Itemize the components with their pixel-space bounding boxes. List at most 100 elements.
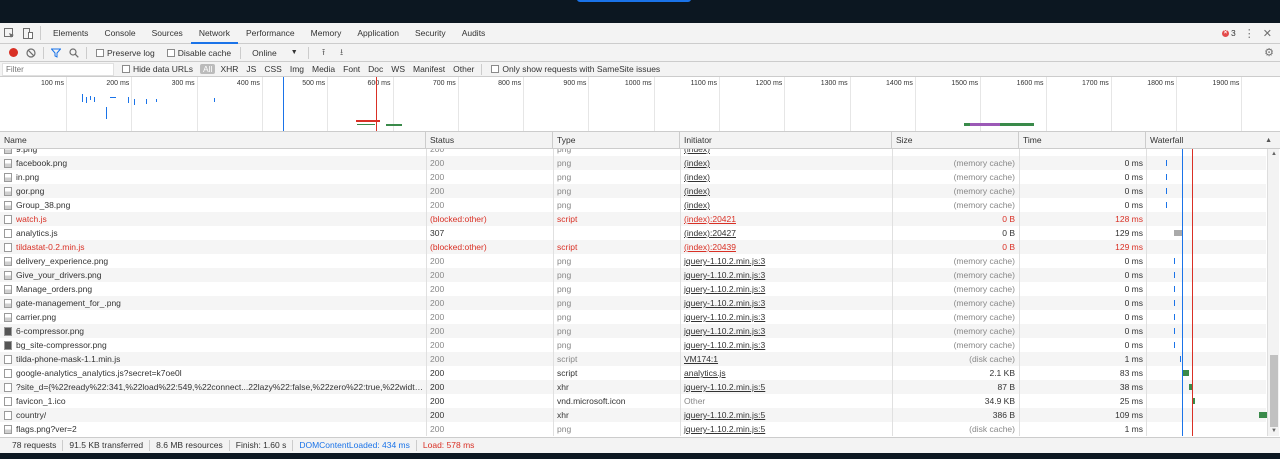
initiator-link[interactable]: VM174:1 [684, 354, 718, 364]
more-options-icon[interactable]: ⋮ [1244, 27, 1255, 40]
filter-type-img[interactable]: Img [287, 64, 307, 74]
table-row[interactable]: country/200 xhr jquery-1.10.2.min.js:5 386 … [0, 408, 1267, 422]
preserve-log-checkbox[interactable]: Preserve log [96, 48, 155, 58]
table-row[interactable]: analytics.js 307 (index):20427 0 B 129 ms [0, 226, 1266, 240]
initiator-link[interactable]: analytics.js [684, 368, 726, 378]
waterfall-bar[interactable] [1180, 356, 1181, 362]
waterfall-bar[interactable] [1174, 272, 1175, 278]
table-row[interactable]: favicon_1.ico 200 vnd.microsoft.icon Other 3… [0, 394, 1266, 408]
table-row[interactable]: gor.png 200 png (index) (memory cache) 0 ms [0, 184, 1266, 198]
settings-gear-icon[interactable]: ⚙ [1264, 46, 1274, 59]
table-row[interactable]: delivery_experience.png 200 png jquery-1.10… [0, 254, 1266, 268]
scrollbar-thumb[interactable] [1270, 355, 1278, 427]
initiator-link[interactable]: (index) [684, 172, 710, 182]
initiator-link[interactable]: jquery-1.10.2.min.js:5 [684, 382, 765, 392]
request-name[interactable]: ?site_d={%22ready%22:341,%22load%22:549,… [0, 380, 426, 394]
waterfall-bar[interactable] [1193, 398, 1195, 404]
tab-performance[interactable]: Performance [238, 23, 303, 44]
table-row[interactable]: google-analytics_analytics.js?secret=k7o… [0, 366, 1266, 380]
initiator-link[interactable]: jquery-1.10.2.min.js:3 [684, 340, 765, 350]
initiator-link[interactable]: jquery-1.10.2.min.js:5 [684, 424, 765, 434]
export-har-button[interactable]: ⭳ [333, 44, 351, 62]
request-name[interactable]: in.png [0, 170, 426, 184]
column-header-time[interactable]: Time [1019, 132, 1146, 149]
network-overview-timeline[interactable]: 100 ms 200 ms 300 ms 400 ms 500 ms 600 ms 700 … [0, 77, 1280, 132]
initiator-link[interactable]: jquery-1.10.2.min.js:3 [684, 256, 765, 266]
initiator-link[interactable]: (index) [684, 200, 710, 210]
request-name[interactable]: delivery_experience.png [0, 254, 426, 268]
filter-type-media[interactable]: Media [309, 64, 338, 74]
request-name[interactable]: 6-compressor.png [0, 324, 426, 338]
waterfall-bar[interactable] [1174, 328, 1175, 334]
table-row[interactable]: Give_your_drivers.png 200 png jquery-1.10.2… [0, 268, 1266, 282]
initiator-link[interactable]: jquery-1.10.2.min.js:3 [684, 326, 765, 336]
waterfall-bar[interactable] [1183, 370, 1189, 376]
tab-memory[interactable]: Memory [303, 23, 350, 44]
samesite-checkbox[interactable]: Only show requests with SameSite issues [491, 64, 660, 74]
checkbox-box[interactable] [491, 65, 500, 73]
filter-type-all[interactable]: All [200, 64, 216, 74]
filter-type-manifest[interactable]: Manifest [410, 64, 448, 74]
tab-application[interactable]: Application [349, 23, 407, 44]
waterfall-bar[interactable] [1174, 300, 1175, 306]
waterfall-bar[interactable] [1166, 188, 1167, 194]
filter-input[interactable] [2, 62, 114, 76]
filter-button[interactable] [47, 44, 65, 62]
request-name[interactable]: gor.png [0, 184, 426, 198]
request-name[interactable]: flags.png?ver=2 [0, 422, 426, 436]
search-button[interactable] [65, 44, 83, 62]
table-row[interactable]: carrier.png 200 png jquery-1.10.2.min.js:3 (… [0, 310, 1266, 324]
initiator-link[interactable]: jquery-1.10.2.min.js:3 [684, 298, 765, 308]
filter-type-ws[interactable]: WS [388, 64, 408, 74]
initiator-link[interactable]: jquery-1.10.2.min.js:3 [684, 270, 765, 280]
table-row[interactable]: 9.png 200 png (index) [0, 149, 1266, 156]
clear-button[interactable] [22, 44, 40, 62]
close-devtools-icon[interactable]: ✕ [1263, 27, 1272, 40]
table-row[interactable]: ?site_d={%22ready%22:341,%22load%22:549,… [0, 380, 1266, 394]
initiator-link[interactable]: (index) [684, 186, 710, 196]
initiator-link[interactable]: jquery-1.10.2.min.js:5 [684, 410, 765, 420]
table-row[interactable]: facebook.png 200 png (index) (memory cache) 0… [0, 156, 1266, 170]
request-name[interactable]: analytics.js [0, 226, 426, 240]
initiator-link[interactable]: (index) [684, 149, 710, 154]
initiator-link[interactable]: (index) [684, 158, 710, 168]
request-name[interactable]: Manage_orders.png [0, 282, 426, 296]
waterfall-bar[interactable] [1259, 412, 1267, 418]
request-name[interactable]: Group_38.png [0, 198, 426, 212]
waterfall-bar[interactable] [1174, 286, 1175, 292]
column-header-waterfall[interactable]: Waterfall ▲ [1146, 132, 1280, 149]
request-name[interactable]: tilda-phone-mask-1.1.min.js [0, 352, 426, 366]
filter-type-doc[interactable]: Doc [365, 64, 386, 74]
table-row[interactable]: gate-management_for_.png 200 png jquery-1.1… [0, 296, 1266, 310]
request-name[interactable]: favicon_1.ico [0, 394, 426, 408]
filter-type-js[interactable]: JS [243, 64, 259, 74]
column-header-initiator[interactable]: Initiator [680, 132, 892, 149]
table-row[interactable]: flags.png?ver=2 200 png jquery-1.10.2.min.j… [0, 422, 1268, 436]
filter-type-css[interactable]: CSS [261, 64, 284, 74]
request-name[interactable]: google-analytics_analytics.js?secret=k7o… [0, 366, 426, 380]
initiator-link[interactable]: (index):20427 [684, 228, 736, 238]
device-toolbar-icon[interactable] [18, 23, 36, 44]
request-name[interactable]: facebook.png [0, 156, 426, 170]
column-header-size[interactable]: Size [892, 132, 1019, 149]
disable-cache-checkbox[interactable]: Disable cache [166, 48, 231, 58]
tab-sources[interactable]: Sources [144, 23, 191, 44]
tab-console[interactable]: Console [96, 23, 143, 44]
request-name[interactable]: 9.png [0, 149, 426, 156]
table-row[interactable]: tilda-phone-mask-1.1.min.js 200 script VM17… [0, 352, 1266, 366]
scroll-up-icon[interactable]: ▲ [1268, 151, 1280, 157]
import-har-button[interactable]: ⭱ [315, 44, 333, 62]
throttling-select[interactable]: Online ▼ [248, 48, 302, 58]
inspect-element-icon[interactable] [0, 23, 18, 44]
request-name[interactable]: country/ [0, 408, 426, 422]
request-name[interactable]: Give_your_drivers.png [0, 268, 426, 282]
vertical-scrollbar[interactable]: ▲ ▼ [1267, 149, 1279, 436]
request-name[interactable]: bg_site-compressor.png [0, 338, 426, 352]
column-header-name[interactable]: Name [0, 132, 426, 149]
column-header-status[interactable]: Status [426, 132, 553, 149]
waterfall-bar[interactable] [1166, 160, 1167, 166]
table-row[interactable]: in.png 200 png (index) (memory cache) 0 ms [0, 170, 1266, 184]
table-row[interactable]: tildastat-0.2.min.js (blocked:other) scrip… [0, 240, 1266, 254]
tab-network[interactable]: Network [190, 23, 238, 44]
initiator-link[interactable]: jquery-1.10.2.min.js:3 [684, 284, 765, 294]
